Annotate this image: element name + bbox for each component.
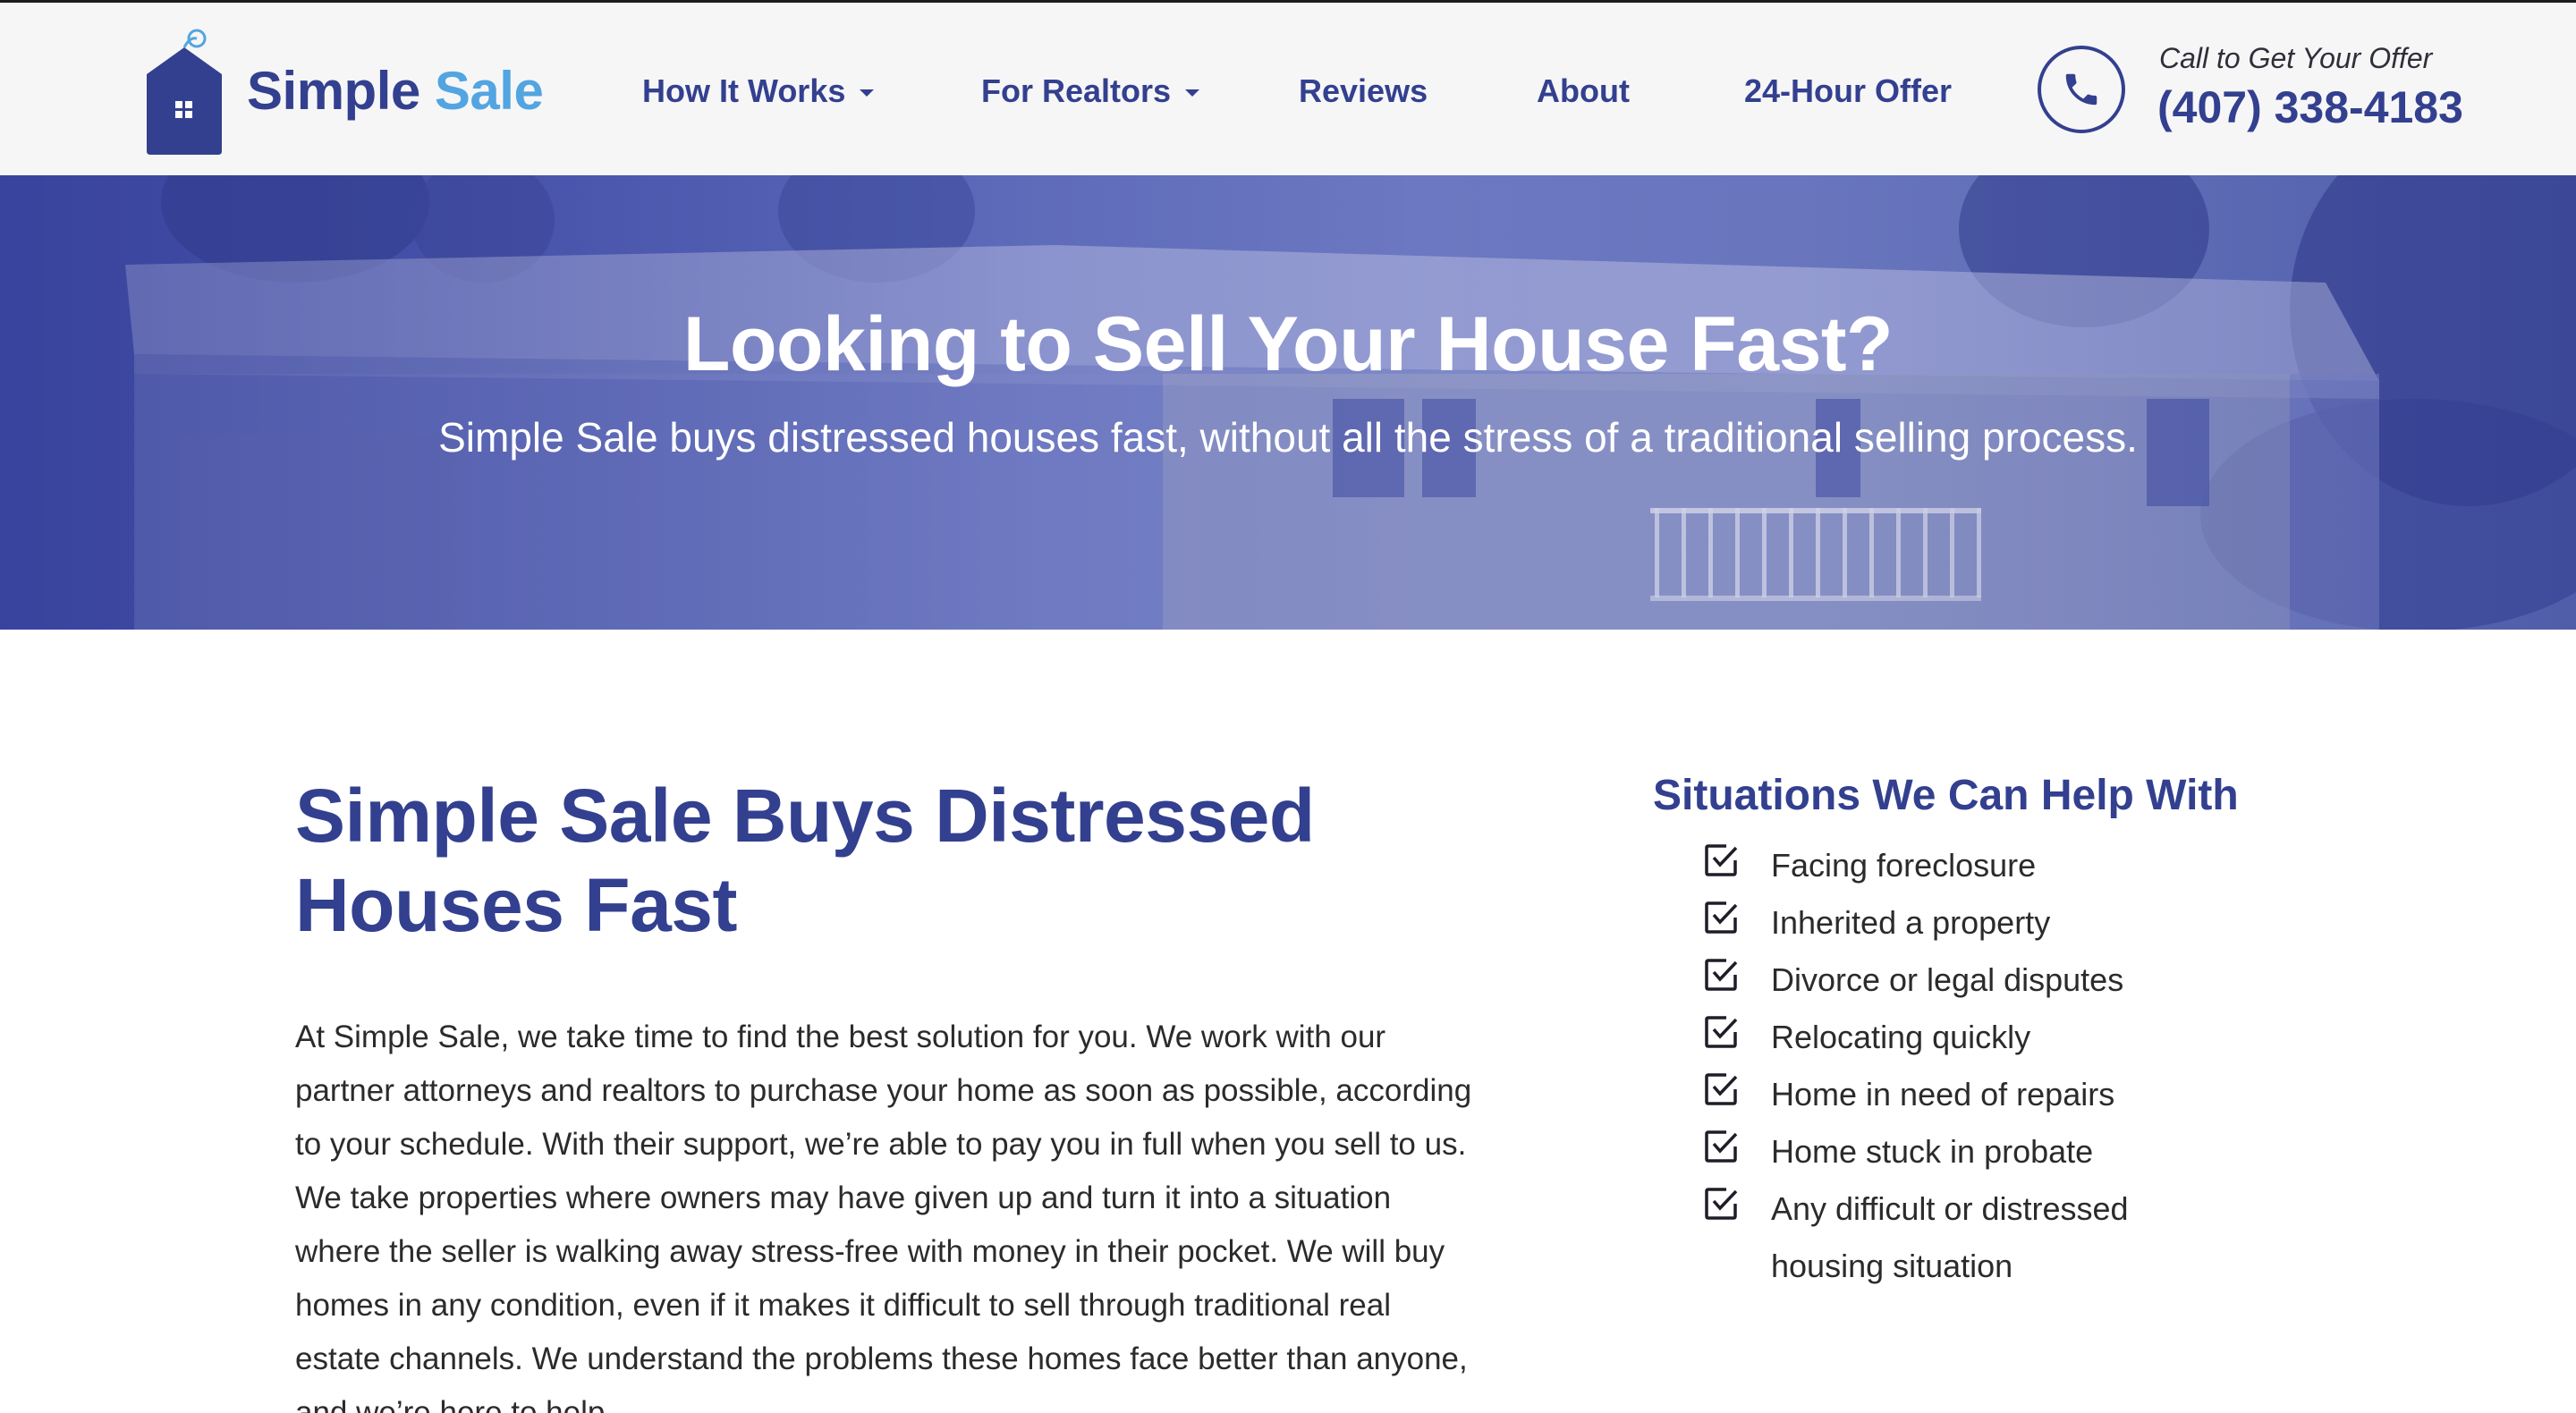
checkbox-icon [1703,842,1739,878]
list-item-label: Facing foreclosure [1771,847,2037,884]
hero-subtitle: Simple Sale buys distressed houses fast,… [438,414,2138,461]
situations-heading: Situations We Can Help With [1653,772,2239,819]
logo-word-primary: Simple [247,61,420,121]
checkbox-icon [1703,900,1739,935]
list-item-label: Relocating quickly [1771,1019,2031,1055]
list-item-label: Home stuck in probate [1771,1133,2094,1170]
site-logo[interactable]: Simple Sale [143,26,544,156]
hero-overlay [0,175,2576,630]
logo-wordmark: Simple Sale [247,60,544,122]
nav-label: About [1537,72,1630,109]
chevron-down-icon [1185,89,1200,97]
list-item: Inherited a property [1703,894,2168,952]
list-item: Any difficult or distressed housing situ… [1703,1180,2168,1295]
hero-banner: Looking to Sell Your House Fast? Simple … [0,175,2576,630]
list-item: Home stuck in probate [1703,1123,2168,1180]
list-item: Facing foreclosure [1703,837,2168,894]
logo-word-accent: Sale [434,61,544,121]
list-item-label: Divorce or legal disputes [1771,961,2124,998]
checkbox-icon [1703,1071,1739,1107]
main-heading: Simple Sale Buys Distressed Houses Fast [295,774,1315,947]
site-header: Simple Sale How It Works For Realtors Re… [0,3,2576,175]
nav-item-about[interactable]: About [1537,72,1630,110]
chevron-down-icon [860,89,875,97]
checkbox-icon [1703,1186,1739,1222]
nav-label: Reviews [1299,72,1428,109]
list-item-label: Home in need of repairs [1771,1076,2115,1113]
list-item-label: Inherited a property [1771,904,2051,941]
nav-label: 24-Hour Offer [1744,72,1953,109]
nav-item-for-realtors[interactable]: For Realtors [981,72,1200,110]
nav-label: For Realtors [981,72,1172,109]
main-body-text: At Simple Sale, we take time to find the… [295,1020,1472,1413]
house-tag-icon [143,28,225,155]
nav-item-24-hour-offer[interactable]: 24-Hour Offer [1744,72,1952,110]
checkbox-icon [1703,1129,1739,1164]
checkbox-icon [1703,957,1739,993]
call-label: Call to Get Your Offer [2159,42,2433,74]
list-item-label: Any difficult or distressed housing situ… [1771,1190,2129,1284]
nav-item-reviews[interactable]: Reviews [1299,72,1428,110]
phone-icon[interactable] [2038,46,2125,133]
hero-title: Looking to Sell Your House Fast? [682,301,1894,387]
nav-item-how-it-works[interactable]: How It Works [642,72,875,110]
checkbox-icon [1703,1014,1739,1050]
nav-label: How It Works [642,72,846,109]
situations-list: Facing foreclosure Inherited a property … [1703,837,2168,1295]
list-item: Home in need of repairs [1703,1066,2168,1123]
phone-number-link[interactable]: (407) 338-4183 [2157,81,2463,133]
list-item: Relocating quickly [1703,1009,2168,1066]
list-item: Divorce or legal disputes [1703,952,2168,1009]
